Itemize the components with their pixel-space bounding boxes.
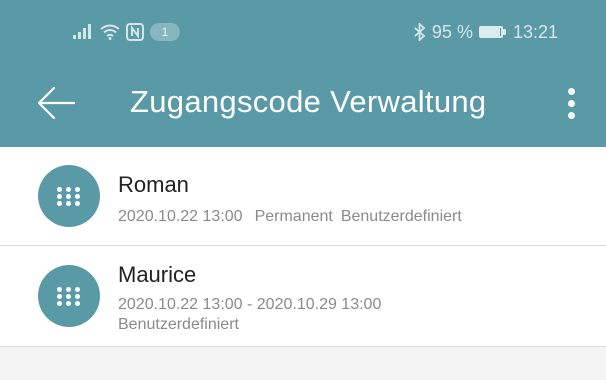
list-item-access-code[interactable]: Roman 2020.10.22 13:00 Permanent Benutzerd… (0, 147, 606, 246)
code-name: Maurice (118, 262, 197, 287)
page-title: Zugangscode Verwaltung (130, 84, 487, 119)
status-bar-right: 95 % 13:21 (414, 20, 558, 44)
code-validity: Permanent (254, 208, 333, 225)
code-details: 2020.10.22 13:00 Permanent Benutzerdefinie… (118, 207, 462, 227)
arrow-left-icon (37, 86, 76, 120)
more-vert-icon (568, 88, 575, 95)
code-date-range: 2020.10.22 13:00 - 2020.10.29 13:00 (118, 296, 382, 313)
keypad-icon (57, 184, 81, 208)
signal-bars-icon (73, 24, 91, 39)
code-type: Benutzerdefiniert (118, 316, 239, 333)
status-bar-left: 1 (72, 20, 180, 44)
code-details: 2020.10.22 13:00 - 2020.10.29 13:00 Benu… (118, 295, 381, 335)
battery-icon (478, 26, 507, 38)
back-button[interactable] (34, 83, 78, 123)
access-code-list: Roman 2020.10.22 13:00 Permanent Benutzerd… (0, 147, 606, 347)
notification-badge: 1 (150, 23, 180, 41)
wifi-icon (100, 24, 120, 40)
keypad-avatar (38, 165, 100, 227)
status-time: 13:21 (512, 21, 558, 42)
nfc-icon (126, 23, 144, 41)
list-item-access-code[interactable]: Maurice 2020.10.22 13:00 - 2020.10.29 13… (0, 246, 606, 347)
code-type: Benutzerdefiniert (340, 208, 462, 225)
bluetooth-icon (414, 23, 426, 41)
keypad-icon (57, 284, 81, 308)
battery-percentage: 95 % (431, 21, 473, 42)
code-name: Roman (118, 172, 189, 197)
keypad-avatar (38, 265, 100, 327)
code-date: 2020.10.22 13:00 (118, 208, 243, 225)
overflow-menu-button[interactable] (554, 84, 590, 124)
app-header: 1 95 % 13:21 Zugangscode Verwaltung (0, 0, 606, 147)
status-bar: 1 95 % 13:21 (0, 0, 606, 60)
